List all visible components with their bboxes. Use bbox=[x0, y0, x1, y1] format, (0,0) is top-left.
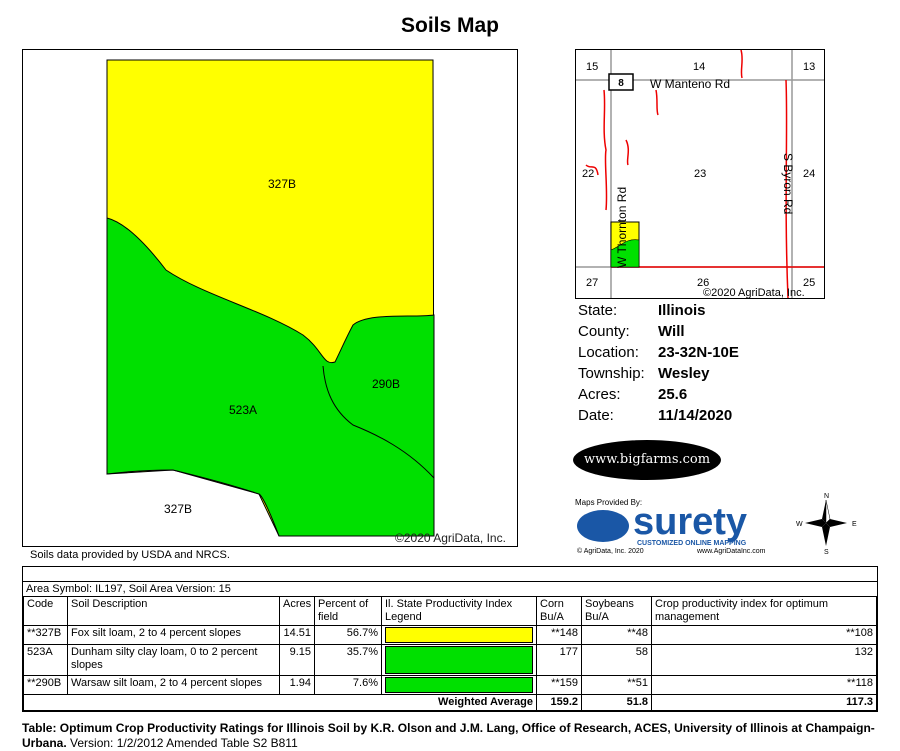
header-legend: Il. State Productivity Index Legend bbox=[381, 596, 537, 626]
location-value: 23-32N-10E bbox=[658, 344, 739, 361]
map-label-327B-south: 327B bbox=[164, 502, 192, 516]
cell-code: **327B bbox=[23, 625, 68, 645]
header-acres: Acres bbox=[279, 596, 315, 626]
globe-icon bbox=[577, 510, 629, 542]
surety-brand: surety bbox=[633, 501, 748, 543]
soil-map-canvas: 327B 523A 290B 327B bbox=[106, 59, 435, 537]
township-value: Wesley bbox=[658, 365, 710, 382]
section-label: 24 bbox=[803, 168, 815, 180]
acres-value: 25.6 bbox=[658, 386, 688, 403]
surety-tagline: CUSTOMIZED ONLINE MAPPING bbox=[637, 540, 747, 547]
location-map-canvas: 8 W Manteno Rd W Thornton Rd S Byron Rd … bbox=[576, 49, 824, 299]
state-label: State: bbox=[578, 302, 618, 319]
header-description: Soil Description bbox=[67, 596, 280, 626]
header-soybeans: Soybeans Bu/A bbox=[581, 596, 652, 626]
cell-acres: 1.94 bbox=[279, 675, 315, 695]
county-label: County: bbox=[578, 323, 630, 340]
weighted-average-row: Weighted Average 159.2 51.8 117.3 bbox=[23, 694, 877, 711]
legend-swatch bbox=[385, 677, 533, 693]
compass-e: E bbox=[852, 521, 857, 528]
section-label: 27 bbox=[586, 277, 598, 289]
map-label-523A: 523A bbox=[229, 403, 257, 417]
surety-url: www.AgriDataInc.com bbox=[697, 548, 766, 555]
location-map[interactable]: 8 W Manteno Rd W Thornton Rd S Byron Rd … bbox=[575, 49, 825, 299]
cell-description: Warsaw silt loam, 2 to 4 percent slopes bbox=[67, 675, 280, 695]
soil-map[interactable]: 327B 523A 290B 327B bbox=[22, 49, 518, 547]
cell-legend bbox=[381, 644, 537, 676]
soil-table: Area Symbol: IL197, Soil Area Version: 1… bbox=[22, 566, 878, 712]
cell-description: Dunham silty clay loam, 0 to 2 percent s… bbox=[67, 644, 280, 676]
soil-map-copyright: ©2020 AgriData, Inc. bbox=[395, 531, 506, 545]
cell-cpi: 132 bbox=[651, 644, 877, 676]
section-label: 23 bbox=[694, 168, 706, 180]
section-label: 22 bbox=[582, 168, 594, 180]
cell-legend bbox=[381, 625, 537, 645]
section-label: 25 bbox=[803, 277, 815, 289]
section-label: 13 bbox=[803, 61, 815, 73]
cell-acres: 14.51 bbox=[279, 625, 315, 645]
table-row: **290B Warsaw silt loam, 2 to 4 percent … bbox=[23, 675, 877, 695]
cell-corn: **148 bbox=[536, 625, 582, 645]
cell-soybeans: 58 bbox=[581, 644, 652, 676]
cell-percent: 7.6% bbox=[314, 675, 382, 695]
cell-percent: 56.7% bbox=[314, 625, 382, 645]
legend-swatch bbox=[385, 627, 533, 643]
cell-acres: 9.15 bbox=[279, 644, 315, 676]
cell-soybeans: **51 bbox=[581, 675, 652, 695]
compass-w: W bbox=[796, 521, 803, 528]
header-code: Code bbox=[23, 596, 68, 626]
map-label-290B: 290B bbox=[372, 377, 400, 391]
road-label-byron: S Byron Rd bbox=[781, 153, 795, 214]
section-label: 15 bbox=[586, 61, 598, 73]
table-row: **327B Fox silt loam, 2 to 4 percent slo… bbox=[23, 625, 877, 645]
bigfarms-logo[interactable]: www.bigfarms.com bbox=[573, 440, 721, 480]
state-value: Illinois bbox=[658, 302, 706, 319]
acres-label: Acres: bbox=[578, 386, 621, 403]
table-header-row: Code Soil Description Acres Percent of f… bbox=[23, 596, 877, 626]
compass-s: S bbox=[824, 549, 829, 554]
cell-cpi: **108 bbox=[651, 625, 877, 645]
cell-description: Fox silt loam, 2 to 4 percent slopes bbox=[67, 625, 280, 645]
page-title: Soils Map bbox=[400, 14, 500, 37]
header-cpi: Crop productivity index for optimum mana… bbox=[651, 596, 877, 626]
cell-code: **290B bbox=[23, 675, 68, 695]
map-label-327B-north: 327B bbox=[268, 177, 296, 191]
weighted-cpi: 117.3 bbox=[651, 694, 877, 711]
table-row: 523A Dunham silty clay loam, 0 to 2 perc… bbox=[23, 644, 877, 676]
location-map-copyright: ©2020 AgriData, Inc. bbox=[703, 287, 805, 298]
weighted-soybeans: 51.8 bbox=[581, 694, 652, 711]
cell-legend bbox=[381, 675, 537, 695]
header-corn: Corn Bu/A bbox=[536, 596, 582, 626]
cell-percent: 35.7% bbox=[314, 644, 382, 676]
date-value: 11/14/2020 bbox=[658, 407, 733, 424]
surety-logo[interactable]: Maps Provided By: surety CUSTOMIZED ONLI… bbox=[575, 498, 780, 560]
cell-soybeans: **48 bbox=[581, 625, 652, 645]
route-shield-label: 8 bbox=[618, 78, 624, 89]
date-label: Date: bbox=[578, 407, 614, 424]
county-value: Will bbox=[658, 323, 685, 340]
surety-copyright: © AgriData, Inc. 2020 bbox=[577, 548, 644, 555]
weighted-corn: 159.2 bbox=[536, 694, 582, 711]
data-source-note: Soils data provided by USDA and NRCS. bbox=[30, 549, 230, 561]
compass-rose-icon: N E S W bbox=[795, 492, 857, 556]
header-percent: Percent of field bbox=[314, 596, 382, 626]
compass-n: N bbox=[824, 493, 829, 500]
location-label: Location: bbox=[578, 344, 639, 361]
road-label-thornton: W Thornton Rd bbox=[615, 187, 629, 268]
area-symbol: Area Symbol: IL197, Soil Area Version: 1… bbox=[26, 583, 231, 595]
township-label: Township: bbox=[578, 365, 645, 382]
cell-corn: **159 bbox=[536, 675, 582, 695]
footnote-version: Version: 1/2/2012 Amended Table S2 B811 bbox=[66, 736, 298, 750]
cell-corn: 177 bbox=[536, 644, 582, 676]
section-label: 14 bbox=[693, 61, 705, 73]
cell-cpi: **118 bbox=[651, 675, 877, 695]
cell-code: 523A bbox=[23, 644, 68, 676]
road-label-manteno: W Manteno Rd bbox=[650, 77, 730, 91]
legend-swatch bbox=[385, 646, 533, 674]
table-footnote: Table: Optimum Crop Productivity Ratings… bbox=[22, 721, 882, 751]
weighted-average-label: Weighted Average bbox=[23, 694, 537, 711]
